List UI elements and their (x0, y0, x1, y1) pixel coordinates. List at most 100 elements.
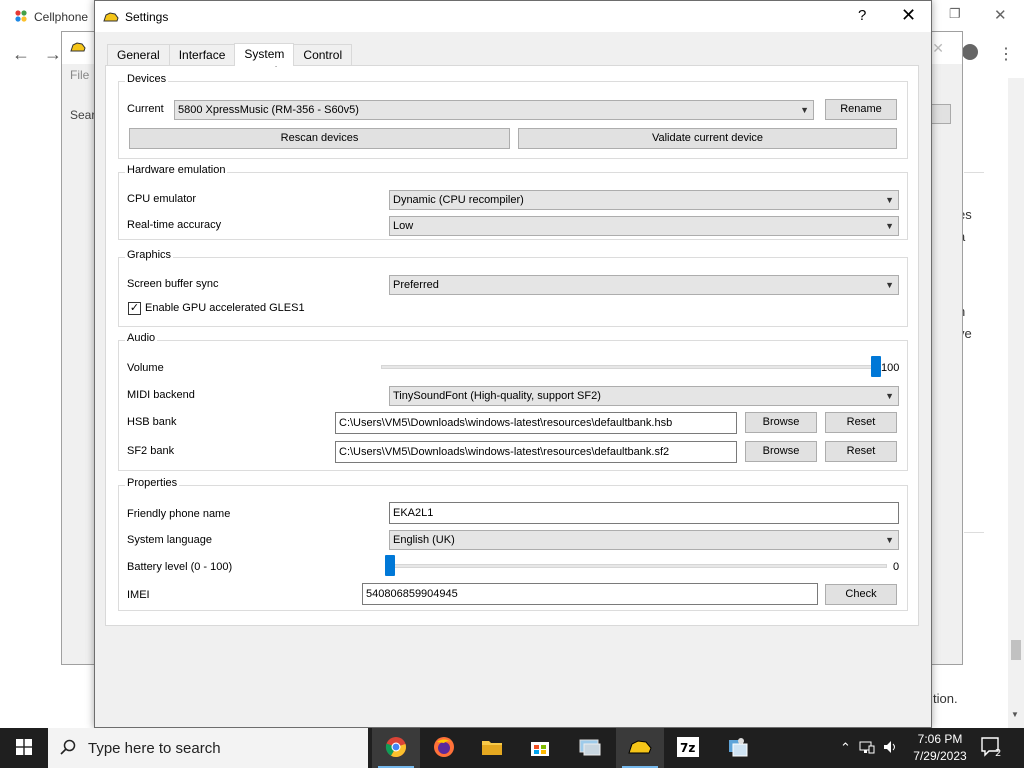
taskbar-file-explorer[interactable] (468, 728, 516, 768)
network-icon[interactable] (859, 740, 875, 757)
folder-icon (481, 738, 503, 759)
sf2-bank-field[interactable]: C:\Users\VM5\Downloads\windows-latest\re… (335, 441, 737, 463)
midi-backend-select[interactable]: TinySoundFont (High-quality, support SF2… (389, 386, 899, 406)
settings-tabs: General Interface System Control (107, 43, 353, 66)
notification-center[interactable]: 2 (980, 736, 1006, 761)
browser-tab-title: Cellphone (34, 10, 89, 24)
browser-close-icon[interactable]: ✕ (994, 6, 1007, 24)
hsb-reset-button[interactable]: Reset (825, 412, 897, 433)
gles-checkbox-label[interactable]: Enable GPU accelerated GLES1 (145, 302, 305, 314)
tab-interface[interactable]: Interface (168, 44, 236, 65)
taskbar-clock[interactable]: 7:06 PM 7/29/2023 (908, 731, 972, 765)
rescan-devices-button[interactable]: Rescan devices (129, 128, 510, 149)
checkmark-icon: ✓ (129, 302, 140, 314)
cpu-emulator-label: CPU emulator (127, 193, 197, 205)
volume-slider[interactable] (381, 356, 881, 378)
forward-icon[interactable]: → (44, 44, 62, 65)
svg-text:7z: 7z (680, 741, 695, 755)
hsb-bank-field[interactable]: C:\Users\VM5\Downloads\windows-latest\re… (335, 412, 737, 434)
language-select[interactable]: English (UK) ▼ (389, 530, 899, 550)
volume-icon[interactable] (883, 740, 899, 757)
help-button[interactable]: ? (858, 7, 866, 24)
battery-value: 0 (893, 561, 900, 573)
dialog-close-button[interactable]: ✕ (901, 5, 916, 26)
browser-tab[interactable]: Cellphone (14, 6, 88, 28)
tab-system[interactable]: System (234, 43, 295, 66)
hardware-group-title: Hardware emulation (125, 164, 228, 176)
imei-field[interactable]: 540806859904945 (362, 583, 818, 605)
firefox-icon (433, 736, 455, 761)
system-tray: ⌃ (840, 728, 899, 768)
volume-value: 100 (881, 362, 900, 374)
sf2-reset-button[interactable]: Reset (825, 441, 897, 462)
svg-text:2: 2 (995, 748, 1001, 758)
chevron-down-icon: ▼ (885, 391, 894, 401)
tab-control[interactable]: Control (293, 44, 353, 65)
sf2-bank-label: SF2 bank (127, 445, 175, 457)
clock-time: 7:06 PM (917, 732, 963, 746)
validate-device-button[interactable]: Validate current device (518, 128, 897, 149)
screen-sync-select[interactable]: Preferred ▼ (389, 275, 899, 295)
taskbar-chrome[interactable] (372, 728, 420, 768)
article-divider (964, 532, 984, 533)
audio-group: Audio Volume 100 MIDI backend TinySoundF… (118, 332, 908, 471)
check-imei-button[interactable]: Check (825, 584, 897, 605)
start-button[interactable] (0, 728, 48, 768)
taskbar-store[interactable] (516, 728, 564, 768)
midi-backend-value: TinySoundFont (High-quality, support SF2… (393, 390, 601, 402)
taskbar-firefox[interactable] (420, 728, 468, 768)
dialog-titlebar: Settings ? ✕ (95, 1, 931, 32)
phone-name-field[interactable]: EKA2L1 (389, 502, 899, 524)
imei-label: IMEI (127, 589, 150, 601)
clock-date: 7/29/2023 (913, 749, 967, 763)
remote-desktop-icon (579, 737, 601, 760)
taskbar-eka2l1[interactable] (616, 728, 664, 768)
language-label: System language (127, 534, 212, 546)
main-window-close-icon[interactable]: ✕ (932, 40, 944, 57)
taskbar-search-placeholder: Type here to search (88, 739, 221, 757)
battery-slider-track (385, 564, 887, 568)
taskbar-7zip[interactable]: 7z (664, 728, 712, 768)
devices-group-title: Devices (125, 73, 169, 85)
profile-avatar[interactable] (962, 44, 978, 60)
accuracy-select[interactable]: Low ▼ (389, 216, 899, 236)
language-value: English (UK) (393, 534, 455, 546)
gles-checkbox[interactable]: ✓ (128, 302, 141, 315)
scroll-down-icon[interactable]: ▼ (1011, 710, 1019, 719)
graphics-group-title: Graphics (125, 249, 174, 261)
taskbar-search-box[interactable]: Type here to search (48, 728, 368, 768)
taskbar-control-panel[interactable] (714, 728, 762, 768)
menu-file[interactable]: File (70, 68, 89, 82)
current-device-label: Current (127, 103, 164, 115)
cpu-emulator-select[interactable]: Dynamic (CPU recompiler) ▼ (389, 190, 899, 210)
chevron-down-icon: ▼ (885, 535, 894, 545)
accuracy-label: Real-time accuracy (127, 219, 222, 231)
current-device-select[interactable]: 5800 XpressMusic (RM-356 - S60v5) ▼ (174, 100, 814, 120)
volume-slider-thumb[interactable] (871, 356, 881, 377)
kebab-menu-icon[interactable]: ⋮ (998, 44, 1014, 64)
hsb-browse-button[interactable]: Browse (745, 412, 817, 433)
tab-general[interactable]: General (107, 44, 170, 65)
settings-dialog: Settings ? ✕ General Interface System Co… (94, 0, 932, 728)
battery-slider[interactable] (385, 555, 887, 577)
rename-button[interactable]: Rename (825, 99, 897, 120)
dialog-title: Settings (125, 9, 169, 24)
notification-icon: 2 (981, 737, 1001, 759)
chevron-down-icon: ▼ (885, 221, 894, 231)
chrome-icon (385, 736, 407, 761)
midi-backend-label: MIDI backend (127, 389, 195, 401)
chevron-up-icon[interactable]: ⌃ (840, 740, 851, 756)
sf2-browse-button[interactable]: Browse (745, 441, 817, 462)
scrollbar-thumb[interactable] (1011, 640, 1021, 660)
eka2l1-logo-icon (628, 738, 652, 759)
article-divider (964, 172, 984, 173)
store-icon (530, 737, 550, 760)
page-scrollbar[interactable]: ▼ (1008, 78, 1024, 728)
back-icon[interactable]: ← (12, 44, 30, 65)
site-favicon-icon (14, 9, 28, 26)
restore-icon[interactable]: ❐ (949, 6, 961, 22)
battery-slider-thumb[interactable] (385, 555, 395, 576)
graphics-group: Graphics Screen buffer sync Preferred ▼ … (118, 249, 908, 327)
taskbar-app[interactable] (566, 728, 614, 768)
accuracy-value: Low (393, 220, 414, 232)
